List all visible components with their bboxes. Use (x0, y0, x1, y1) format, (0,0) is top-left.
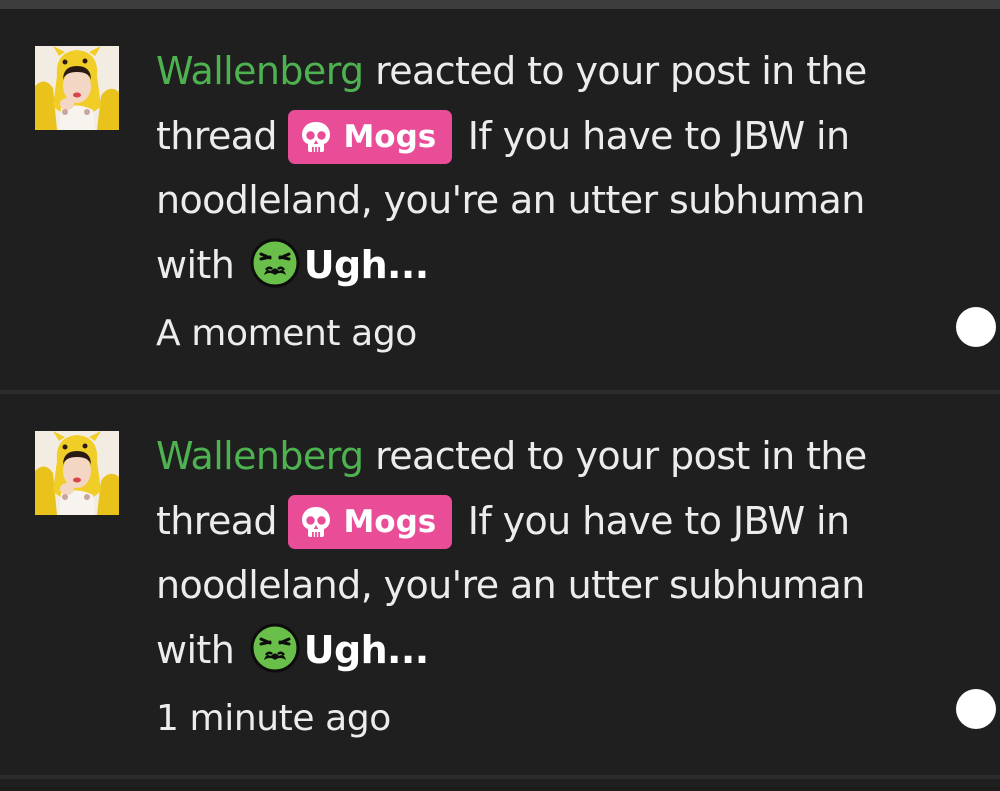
reaction-name: Ugh... (303, 242, 429, 287)
top-bar (0, 0, 1000, 9)
notification-time: A moment ago (156, 313, 417, 354)
skull-icon (301, 501, 331, 555)
skull-icon (301, 116, 331, 170)
avatar[interactable] (35, 46, 119, 130)
reaction-name: Ugh... (303, 627, 429, 672)
notification-message: Wallenberg reacted to your post in the t… (156, 424, 946, 692)
notification-time: 1 minute ago (156, 698, 391, 739)
unread-indicator[interactable] (956, 307, 996, 347)
thread-prefix-badge[interactable]: Mogs (288, 494, 453, 549)
unread-indicator[interactable] (956, 689, 996, 729)
prefix-label: Mogs (343, 503, 437, 540)
with-text: with (156, 627, 235, 672)
notification-item[interactable]: Wallenberg reacted to your post in the t… (0, 394, 1000, 775)
notification-list: Wallenberg reacted to your post in the t… (0, 9, 1000, 787)
username-link[interactable]: Wallenberg (156, 49, 364, 93)
username-link[interactable]: Wallenberg (156, 434, 364, 478)
list-bottom-spacer (0, 779, 1000, 787)
nauseated-face-icon (250, 623, 300, 693)
prefix-label: Mogs (343, 118, 437, 155)
notification-item[interactable]: Wallenberg reacted to your post in the t… (0, 9, 1000, 390)
nauseated-face-icon (250, 238, 300, 308)
with-text: with (156, 242, 235, 287)
notification-message: Wallenberg reacted to your post in the t… (156, 39, 946, 307)
thread-prefix-badge[interactable]: Mogs (288, 109, 453, 164)
notification-content: Wallenberg reacted to your post in the t… (156, 39, 946, 364)
avatar[interactable] (35, 431, 119, 515)
notification-content: Wallenberg reacted to your post in the t… (156, 424, 946, 749)
